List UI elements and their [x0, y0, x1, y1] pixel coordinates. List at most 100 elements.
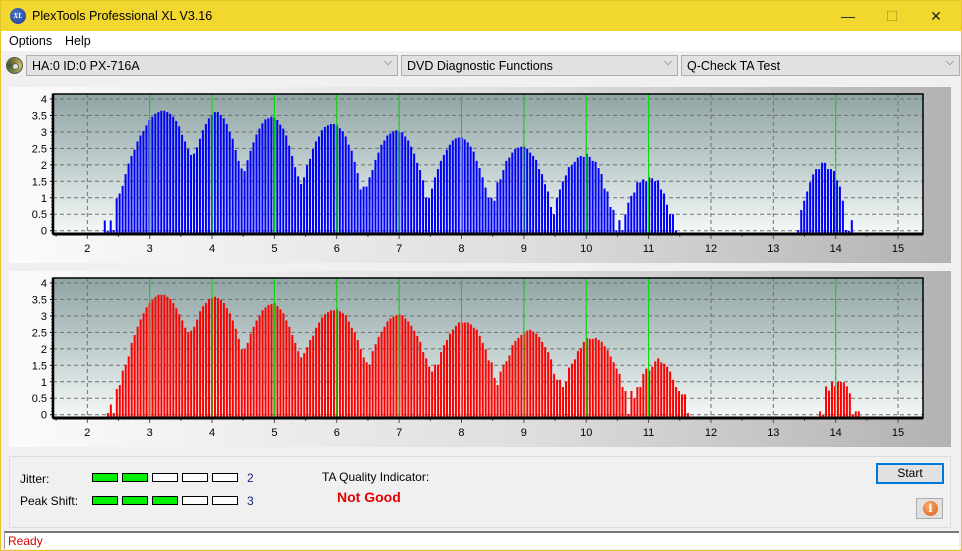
- histogram-bar: [800, 209, 803, 234]
- histogram-bar: [422, 352, 425, 418]
- histogram-bar: [564, 175, 567, 234]
- histogram-bar: [326, 125, 329, 234]
- y-tick-label: 2.5: [32, 327, 47, 339]
- histogram-bar: [675, 387, 678, 418]
- histogram-bar: [130, 155, 133, 234]
- histogram-bar: [279, 124, 282, 234]
- histogram-bar: [827, 169, 830, 234]
- histogram-bar: [428, 197, 431, 234]
- histogram-bar: [505, 361, 508, 418]
- histogram-bar: [196, 319, 199, 418]
- histogram-bar: [809, 182, 812, 234]
- histogram-bar: [633, 398, 636, 418]
- histogram-bar: [350, 327, 353, 418]
- x-tick-label: 12: [705, 243, 717, 255]
- histogram-bar: [258, 128, 261, 234]
- histogram-bar: [576, 351, 579, 418]
- histogram-bar: [645, 368, 648, 418]
- info-button[interactable]: i: [916, 498, 943, 519]
- histogram-bar: [514, 148, 517, 234]
- histogram-bar: [615, 368, 618, 418]
- app-window: XL PlexTools Professional XL V3.16 — ☐ ✕…: [0, 0, 962, 551]
- status-bar: Ready: [4, 531, 959, 549]
- histogram-bar: [651, 178, 654, 234]
- histogram-bar: [526, 148, 529, 234]
- jitter-meter-segment: [92, 473, 118, 482]
- minimize-button[interactable]: —: [825, 1, 871, 31]
- histogram-bar: [371, 351, 374, 418]
- histogram-bar: [383, 140, 386, 234]
- histogram-bar: [267, 305, 270, 418]
- function-group-select[interactable]: DVD Diagnostic Functions ⌵: [401, 55, 678, 76]
- histogram-bar: [821, 162, 824, 234]
- histogram-bar: [493, 200, 496, 234]
- histogram-bar: [549, 206, 552, 234]
- histogram-bar: [472, 327, 475, 418]
- histogram-bar: [520, 146, 523, 234]
- menu-help[interactable]: Help: [65, 34, 91, 48]
- histogram-bar: [660, 189, 663, 234]
- histogram-bar: [207, 118, 210, 234]
- histogram-bar: [350, 150, 353, 234]
- y-tick-label: 2.5: [32, 143, 47, 155]
- menu-options[interactable]: Options: [9, 34, 52, 48]
- histogram-bar: [582, 341, 585, 418]
- histogram-bar: [294, 342, 297, 418]
- info-icon: i: [923, 501, 938, 516]
- histogram-bar: [356, 339, 359, 418]
- start-button[interactable]: Start: [876, 463, 944, 484]
- histogram-bar: [297, 351, 300, 418]
- histogram-bar: [288, 145, 291, 234]
- drive-select-value: HA:0 ID:0 PX-716A: [32, 59, 140, 73]
- histogram-bar: [160, 294, 163, 418]
- x-tick-label: 3: [147, 243, 153, 255]
- drive-select[interactable]: HA:0 ID:0 PX-716A ⌵: [26, 55, 398, 76]
- histogram-bar: [332, 123, 335, 234]
- maximize-button[interactable]: ☐: [869, 1, 915, 31]
- histogram-bar: [419, 170, 422, 234]
- histogram-bar: [213, 296, 216, 418]
- histogram-bar: [430, 188, 433, 234]
- histogram-bar: [505, 160, 508, 234]
- histogram-bar: [166, 112, 169, 234]
- peak-shift-value: 3: [247, 494, 254, 508]
- histogram-bar: [567, 367, 570, 418]
- histogram-bar: [136, 141, 139, 234]
- histogram-bar: [270, 116, 273, 234]
- histogram-bar: [127, 163, 130, 234]
- histogram-bar: [193, 153, 196, 234]
- jitter-meter-segment: [212, 473, 238, 482]
- histogram-bar: [291, 155, 294, 234]
- histogram-bar: [567, 167, 570, 234]
- histogram-bar: [815, 169, 818, 234]
- test-select[interactable]: Q-Check TA Test ⌵: [681, 55, 960, 76]
- histogram-bar: [835, 180, 838, 234]
- jitter-meter-segment: [122, 473, 148, 482]
- x-tick-label: 9: [521, 243, 527, 255]
- histogram-bar: [139, 319, 142, 418]
- histogram-bar: [231, 138, 234, 234]
- histogram-bar: [169, 299, 172, 418]
- y-tick-label: 0.5: [32, 209, 47, 221]
- histogram-bar: [508, 355, 511, 418]
- histogram-bar: [657, 180, 660, 234]
- histogram-bar: [565, 381, 568, 418]
- histogram-bar: [552, 214, 555, 234]
- top-histogram-chart: 0 0.5 1 1.5 2 2.5 3 3.5 4 2 3 4 5 6 7 8 9 10 11 12 13 14 15: [32, 93, 924, 255]
- histogram-bar: [341, 131, 344, 234]
- x-tick-label: 13: [767, 427, 779, 439]
- histogram-bar: [842, 382, 845, 418]
- histogram-bar: [395, 315, 398, 418]
- histogram-bar: [309, 339, 312, 418]
- status-text: Ready: [8, 534, 43, 548]
- histogram-bar: [538, 169, 541, 234]
- histogram-bar: [175, 121, 178, 234]
- histogram-bar: [252, 326, 255, 418]
- close-button[interactable]: ✕: [913, 1, 959, 31]
- histogram-bar: [329, 123, 332, 234]
- histogram-bar: [603, 188, 606, 234]
- histogram-bar: [636, 387, 639, 418]
- histogram-bar: [309, 158, 312, 234]
- histogram-bar: [109, 220, 112, 234]
- histogram-bar: [184, 141, 187, 234]
